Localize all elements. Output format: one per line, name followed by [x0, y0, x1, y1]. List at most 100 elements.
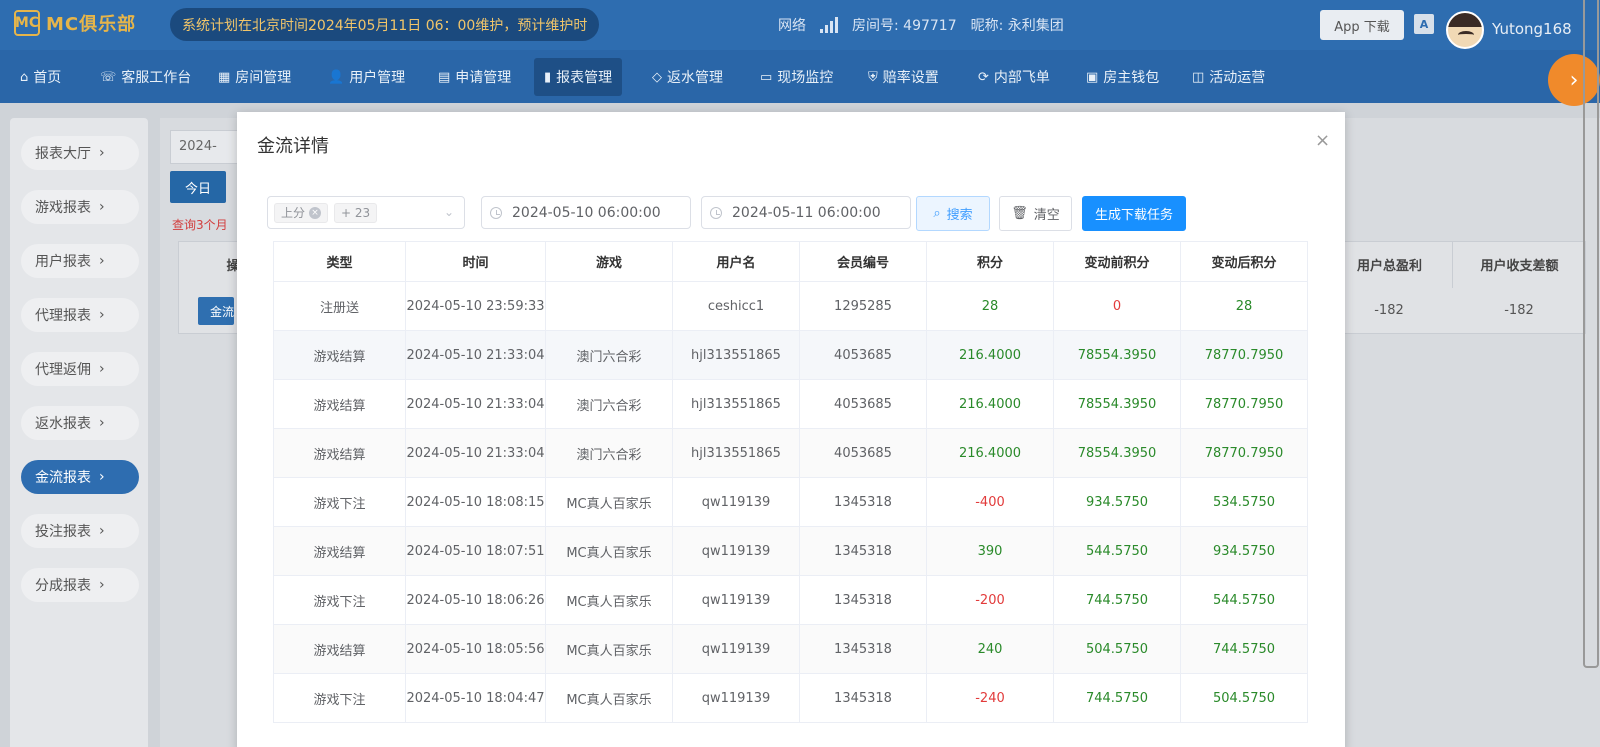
nav-item-internal-orders[interactable]: ⟳ 内部飞单	[968, 58, 1060, 96]
cell-game: 澳门六合彩	[546, 429, 673, 478]
cell-username: hjl313551865	[673, 429, 800, 478]
nav-item-rebate[interactable]: ◇ 返水管理	[642, 58, 733, 96]
cell-member-id: 1345318	[800, 576, 927, 625]
room-number: 房间号: 497717	[852, 18, 957, 34]
table-row[interactable]: 游戏下注 2024-05-10 18:06:26 MC真人百家乐 qw11913…	[274, 576, 1308, 625]
nav-label: 房间管理	[235, 70, 292, 86]
sidebar-item-share-report[interactable]: 分成报表 ›	[21, 568, 139, 602]
headset-icon: ☏	[100, 69, 117, 85]
nav-item-users[interactable]: 👤 用户管理	[318, 58, 415, 96]
cell-points: 28	[927, 282, 1054, 331]
table-row[interactable]: 游戏下注 2024-05-10 18:04:47 MC真人百家乐 qw11913…	[274, 674, 1308, 723]
cell-points-after: 78770.7950	[1181, 429, 1308, 478]
table-row[interactable]: 游戏结算 2024-05-10 21:33:04 澳门六合彩 hjl313551…	[274, 331, 1308, 380]
nav-label: 房主钱包	[1103, 70, 1160, 86]
nav-item-reports[interactable]: ▮ 报表管理	[534, 58, 623, 96]
nav-item-rooms[interactable]: ▦ 房间管理	[208, 58, 301, 96]
sidebar-item-label: 用户报表	[35, 254, 91, 270]
nav-item-events[interactable]: ◫ 活动运营	[1182, 58, 1275, 96]
cell-game: MC真人百家乐	[546, 527, 673, 576]
sidebar-item-agent-report[interactable]: 代理报表 ›	[21, 298, 139, 332]
chevron-right-icon: ›	[99, 361, 105, 377]
cell-time: 2024-05-10 21:33:04	[406, 331, 546, 380]
sidebar-item-label: 投注报表	[35, 524, 91, 540]
nav-item-applications[interactable]: ▤ 申请管理	[428, 58, 521, 96]
today-button[interactable]: 今日	[170, 171, 226, 203]
nav-item-wallet[interactable]: ▣ 房主钱包	[1076, 58, 1169, 96]
cell-time: 2024-05-10 18:07:51	[406, 527, 546, 576]
table-row[interactable]: 游戏下注 2024-05-10 18:08:15 MC真人百家乐 qw11913…	[274, 478, 1308, 527]
cashflow-detail-button[interactable]: 金流	[198, 297, 234, 325]
nav-label: 报表管理	[556, 70, 613, 86]
top-header: MC MC俱乐部 系统计划在北京时间2024年05月11日 06：00维护，预计…	[0, 0, 1600, 50]
cell-type: 注册送	[274, 282, 406, 331]
cell-username: qw119139	[673, 576, 800, 625]
selected-tag: 上分 ×	[274, 202, 329, 223]
nav-label: 活动运营	[1209, 70, 1266, 86]
type-multi-select[interactable]: 上分 × + 23 ⌄	[267, 196, 465, 229]
more-tags-badge: + 23	[334, 202, 378, 223]
cell-type: 游戏结算	[274, 625, 406, 674]
home-icon: ⌂	[20, 69, 29, 85]
generate-download-task-button[interactable]: 生成下载任务	[1082, 196, 1186, 231]
trash-icon: 🗑	[1011, 206, 1028, 221]
cell-time: 2024-05-10 23:59:33	[406, 282, 546, 331]
calendar-icon: ◫	[1192, 69, 1205, 85]
table-row[interactable]: 游戏结算 2024-05-10 18:07:51 MC真人百家乐 qw11913…	[274, 527, 1308, 576]
brand-logo[interactable]: MC MC俱乐部	[14, 10, 136, 36]
cell-member-id: 1345318	[800, 625, 927, 674]
table-row[interactable]: 游戏结算 2024-05-10 18:05:56 MC真人百家乐 qw11913…	[274, 625, 1308, 674]
page-scrollbar[interactable]	[1583, 0, 1599, 668]
table-row[interactable]: 注册送 2024-05-10 23:59:33 ceshicc1 1295285…	[274, 282, 1308, 331]
sidebar-item-report-hall[interactable]: 报表大厅 ›	[21, 136, 139, 170]
nav-item-monitor[interactable]: ▭ 现场监控	[750, 58, 843, 96]
sidebar-item-cashflow-report[interactable]: 金流报表 ›	[21, 460, 139, 494]
signal-icon	[820, 17, 838, 33]
nav-label: 赔率设置	[882, 70, 939, 86]
sidebar-item-game-report[interactable]: 游戏报表 ›	[21, 190, 139, 224]
table-row[interactable]: 游戏结算 2024-05-10 21:33:04 澳门六合彩 hjl313551…	[274, 429, 1308, 478]
cell-points: 216.4000	[927, 331, 1054, 380]
chevron-right-icon: ›	[99, 469, 105, 485]
cell-time: 2024-05-10 21:33:04	[406, 429, 546, 478]
cell-time: 2024-05-10 18:04:47	[406, 674, 546, 723]
chevron-right-icon: ›	[99, 145, 105, 161]
cell-points-after: 78770.7950	[1181, 331, 1308, 380]
start-date-input[interactable]: 2024-05-10 06:00:00	[481, 196, 691, 229]
nav-item-service[interactable]: ☏ 客服工作台	[90, 58, 201, 96]
clear-button[interactable]: 🗑 清空	[999, 196, 1072, 231]
cell-points-before: 544.5750	[1054, 527, 1181, 576]
sidebar-item-user-report[interactable]: 用户报表 ›	[21, 244, 139, 278]
cashflow-detail-dialog: 金流详情 × 上分 × + 23 ⌄ 2024-05-10 06:00:00 20…	[237, 112, 1345, 747]
avatar[interactable]	[1446, 11, 1484, 49]
sidebar-item-label: 报表大厅	[35, 146, 91, 162]
monitor-icon: ▭	[760, 69, 773, 85]
cell-username: hjl313551865	[673, 380, 800, 429]
cell-type: 游戏结算	[274, 527, 406, 576]
nav-label: 内部飞单	[993, 70, 1050, 86]
logo-text: MC俱乐部	[46, 14, 137, 35]
chevron-right-icon: ›	[99, 253, 105, 269]
close-icon[interactable]: ×	[1315, 130, 1330, 151]
app-download-button[interactable]: App 下载	[1320, 10, 1404, 40]
cell-points-after: 934.5750	[1181, 527, 1308, 576]
nav-item-odds[interactable]: ⛨ 赔率设置	[858, 58, 949, 96]
translate-icon[interactable]: A	[1414, 14, 1434, 34]
search-button[interactable]: ⌕ 搜索	[916, 196, 990, 231]
table-row[interactable]: 游戏结算 2024-05-10 21:33:04 澳门六合彩 hjl313551…	[274, 380, 1308, 429]
nav-item-home[interactable]: ⌂ 首页	[10, 58, 71, 96]
end-date-input[interactable]: 2024-05-11 06:00:00	[701, 196, 911, 229]
cell-points: 390	[927, 527, 1054, 576]
username[interactable]: Yutong168	[1492, 20, 1572, 38]
sidebar-item-rebate-report[interactable]: 返水报表 ›	[21, 406, 139, 440]
tag-close-icon[interactable]: ×	[309, 206, 322, 219]
cell-points-before: 78554.3950	[1054, 331, 1181, 380]
sidebar-item-bet-report[interactable]: 投注报表 ›	[21, 514, 139, 548]
cell-points-after: 744.5750	[1181, 625, 1308, 674]
cell-points-before: 744.5750	[1054, 674, 1181, 723]
cell-points: -240	[927, 674, 1054, 723]
cell-username: qw119139	[673, 674, 800, 723]
sidebar-item-agent-commission[interactable]: 代理返佣 ›	[21, 352, 139, 386]
chevron-down-icon: ⌄	[443, 205, 454, 219]
cell-game: 澳门六合彩	[546, 380, 673, 429]
